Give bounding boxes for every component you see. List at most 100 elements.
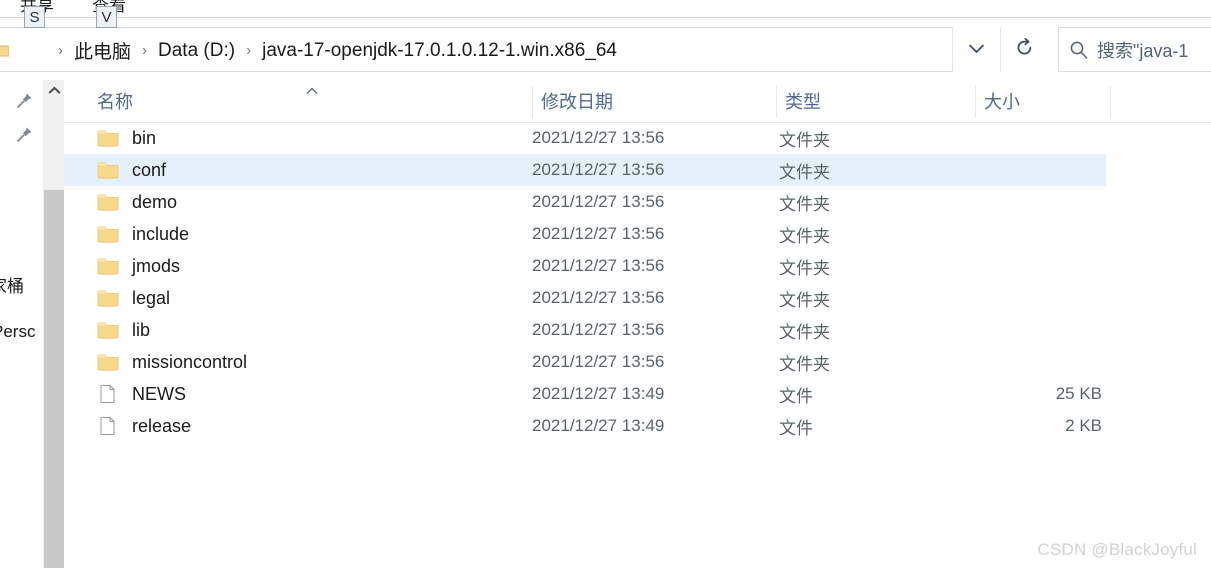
scrollbar-thumb[interactable] [44,190,64,568]
file-name-cell: release [64,410,191,442]
folder-icon [97,160,119,180]
file-name-label: include [132,223,190,244]
column-divider-3[interactable] [975,86,976,118]
watermark: CSDN @BlackJoyful [1037,540,1197,559]
nav-item-label-clipped-2[interactable]: Persc [0,322,35,342]
file-type-cell: 文件夹 [779,290,830,310]
column-header-type[interactable]: 类型 [785,80,821,121]
refresh-icon [1015,37,1034,62]
column-header-name[interactable]: 名称 [97,80,133,121]
navigation-pane: 家桶 Persc [0,80,42,568]
file-type-cell: 文件夹 [779,226,830,246]
breadcrumb-item-this-pc[interactable]: 此电脑 [72,37,133,64]
search-icon [1059,40,1097,59]
keytip-badge-view: V [96,6,117,28]
column-header-date[interactable]: 修改日期 [541,80,613,121]
file-size-cell [924,154,1102,186]
file-name-label: demo [132,191,178,212]
breadcrumb-item-data-d[interactable]: Data (D:) [156,40,237,62]
file-size-cell [924,346,1102,378]
column-divider-4[interactable] [1110,86,1111,118]
table-row[interactable]: legal 2021/12/27 13:56 文件夹 [64,282,1106,314]
file-type-cell: 文件夹 [779,194,830,214]
file-name-cell: demo [64,186,177,218]
file-date-cell: 2021/12/27 13:56 [532,192,665,211]
file-size-cell: 25 KB [1055,384,1102,403]
table-row[interactable]: lib 2021/12/27 13:56 文件夹 [64,314,1106,346]
file-name-label: lib [132,319,151,340]
address-dropdown-button[interactable] [953,27,1000,72]
search-box[interactable]: 搜索"java-1 [1058,27,1211,72]
table-row[interactable]: release 2021/12/27 13:49 文件 2 KB [64,410,1106,442]
column-divider-2[interactable] [776,86,777,118]
file-type-cell: 文件夹 [779,258,830,278]
search-input-placeholder: 搜索"java-1 [1097,40,1189,61]
file-name-label: bin [132,127,157,148]
table-row[interactable]: NEWS 2021/12/27 13:49 文件 25 KB [64,378,1106,410]
folder-icon [97,352,119,372]
file-name-cell: conf [64,154,166,186]
scrollbar-up-button[interactable] [44,80,64,101]
file-name-cell: NEWS [64,378,186,410]
file-type-cell: 文件夹 [779,322,830,342]
breadcrumb-separator-1[interactable]: › [133,43,156,58]
chevron-up-icon [48,82,61,100]
navigation-pane-scrollbar[interactable] [43,80,64,568]
folder-icon [97,256,119,276]
file-date-cell: 2021/12/27 13:56 [532,160,665,179]
breadcrumb: › 此电脑 › Data (D:) › java-17-openjdk-17.0… [49,28,619,73]
file-name-label: jmods [132,255,181,276]
file-size-cell [924,282,1102,314]
file-icon [97,416,119,436]
file-size-cell [924,186,1102,218]
keytip-badge-share: S [24,6,45,28]
table-row[interactable]: include 2021/12/27 13:56 文件夹 [64,218,1106,250]
file-size-cell [924,250,1102,282]
breadcrumb-item-current-folder[interactable]: java-17-openjdk-17.0.1.0.12-1.win.x86_64 [260,40,619,62]
file-name-cell: include [64,218,189,250]
file-date-cell: 2021/12/27 13:49 [532,416,665,435]
column-header-size[interactable]: 大小 [984,80,1020,121]
file-type-cell: 文件夹 [779,130,830,150]
pin-icon [16,126,33,148]
file-type-cell: 文件 [779,418,813,438]
file-name-cell: bin [64,122,156,154]
file-list-rows: bin 2021/12/27 13:56 文件夹 conf 2021/12/27… [64,122,1211,442]
file-list-area: 名称 修改日期 类型 大小 bin 2021/12/27 13:56 文件夹 c… [64,80,1211,568]
breadcrumb-separator-0: › [58,42,63,59]
file-type-cell: 文件夹 [779,162,830,182]
file-name-cell: legal [64,282,170,314]
table-row[interactable]: conf 2021/12/27 13:56 文件夹 [64,154,1106,186]
file-size-cell [924,218,1102,250]
table-row[interactable]: jmods 2021/12/27 13:56 文件夹 [64,250,1106,282]
folder-icon [97,320,119,340]
refresh-button[interactable] [1000,27,1047,72]
table-row[interactable]: missioncontrol 2021/12/27 13:56 文件夹 [64,346,1106,378]
file-name-cell: missioncontrol [64,346,247,378]
file-size-cell [924,314,1102,346]
folder-icon [0,41,10,57]
file-name-cell: lib [64,314,150,346]
address-bar[interactable]: › 此电脑 › Data (D:) › java-17-openjdk-17.0… [0,27,953,72]
folder-icon [97,288,119,308]
table-row[interactable]: demo 2021/12/27 13:56 文件夹 [64,186,1106,218]
file-date-cell: 2021/12/27 13:56 [532,128,665,147]
breadcrumb-separator-2[interactable]: › [237,43,260,58]
file-icon [97,384,119,404]
file-name-label: conf [132,159,167,180]
ribbon-divider [0,17,1211,18]
table-row[interactable]: bin 2021/12/27 13:56 文件夹 [64,122,1106,154]
address-bar-row: › 此电脑 › Data (D:) › java-17-openjdk-17.0… [0,27,1211,72]
file-name-cell: jmods [64,250,180,282]
file-type-cell: 文件 [779,386,813,406]
column-divider-1[interactable] [532,86,533,118]
file-type-cell: 文件夹 [779,354,830,374]
file-date-cell: 2021/12/27 13:56 [532,256,665,275]
ribbon-tab-strip: 共享 查看 [0,0,1211,18]
folder-icon [97,192,119,212]
folder-icon [97,224,119,244]
nav-item-label-clipped-1[interactable]: 家桶 [0,272,24,297]
file-name-label: legal [132,287,171,308]
file-date-cell: 2021/12/27 13:56 [532,288,665,307]
file-size-cell: 2 KB [1065,416,1102,435]
